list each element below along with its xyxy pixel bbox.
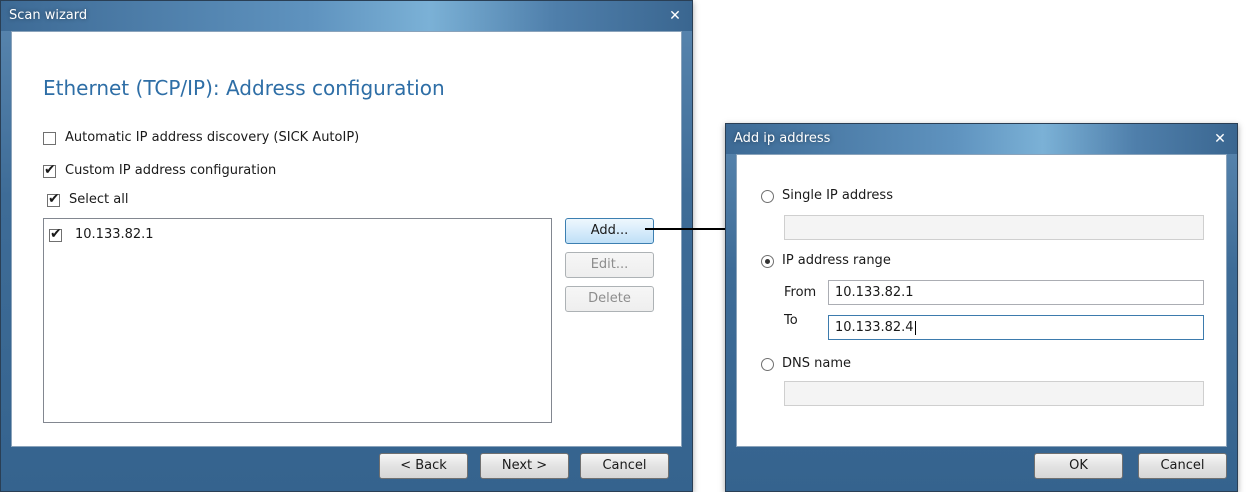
scan-wizard-content: Ethernet (TCP/IP): Address configuration… xyxy=(11,31,682,447)
to-label: To xyxy=(784,313,798,328)
cancel-button[interactable]: Cancel xyxy=(580,453,669,479)
dns-name-radio[interactable] xyxy=(761,358,774,371)
dns-name-label: DNS name xyxy=(782,356,851,371)
scan-wizard-footer: < Back Next > Cancel xyxy=(11,447,682,483)
to-value: 10.133.82.4 xyxy=(835,320,914,335)
add-button[interactable]: Add... xyxy=(565,218,654,244)
custom-ip-checkbox[interactable] xyxy=(43,162,56,178)
delete-button[interactable]: Delete xyxy=(565,286,654,312)
add-ip-content: Single IP address IP address range From … xyxy=(736,154,1227,447)
address-value: 10.133.82.1 xyxy=(75,227,154,242)
back-button[interactable]: < Back xyxy=(379,453,468,479)
dns-name-input[interactable] xyxy=(784,381,1204,406)
scan-wizard-titlebar[interactable]: Scan wizard ✕ xyxy=(1,1,692,31)
custom-ip-label: Custom IP address configuration xyxy=(65,163,277,178)
add-ip-titlebar[interactable]: Add ip address ✕ xyxy=(726,124,1237,154)
close-icon[interactable]: ✕ xyxy=(666,7,684,25)
from-value: 10.133.82.1 xyxy=(835,285,914,300)
select-all-checkbox[interactable] xyxy=(47,191,60,207)
from-input[interactable]: 10.133.82.1 xyxy=(828,280,1204,305)
ok-button[interactable]: OK xyxy=(1034,453,1123,479)
cancel-button[interactable]: Cancel xyxy=(1138,453,1227,479)
select-all-label: Select all xyxy=(69,192,129,207)
add-ip-footer: OK Cancel xyxy=(736,447,1227,483)
from-label: From xyxy=(784,285,817,300)
next-button[interactable]: Next > xyxy=(480,453,569,479)
add-ip-title: Add ip address xyxy=(734,131,831,146)
single-ip-input[interactable] xyxy=(784,215,1204,240)
address-list[interactable]: 10.133.82.1 xyxy=(43,218,552,423)
ip-range-label: IP address range xyxy=(782,253,891,268)
ip-range-radio[interactable] xyxy=(761,255,774,268)
single-ip-radio[interactable] xyxy=(761,190,774,203)
edit-button[interactable]: Edit... xyxy=(565,252,654,278)
address-checkbox[interactable] xyxy=(49,226,62,242)
auto-ip-label: Automatic IP address discovery (SICK Aut… xyxy=(65,130,360,145)
single-ip-label: Single IP address xyxy=(782,188,893,203)
text-caret xyxy=(914,320,916,335)
to-input[interactable]: 10.133.82.4 xyxy=(828,315,1204,340)
add-ip-dialog: Add ip address ✕ Single IP address IP ad… xyxy=(725,123,1238,492)
page-title: Ethernet (TCP/IP): Address configuration xyxy=(43,76,445,100)
scan-wizard-title: Scan wizard xyxy=(9,8,88,23)
scan-wizard-window: Scan wizard ✕ Ethernet (TCP/IP): Address… xyxy=(0,0,693,492)
list-item[interactable]: 10.133.82.1 xyxy=(44,225,551,247)
close-icon[interactable]: ✕ xyxy=(1211,130,1229,148)
auto-ip-checkbox[interactable] xyxy=(43,132,56,145)
